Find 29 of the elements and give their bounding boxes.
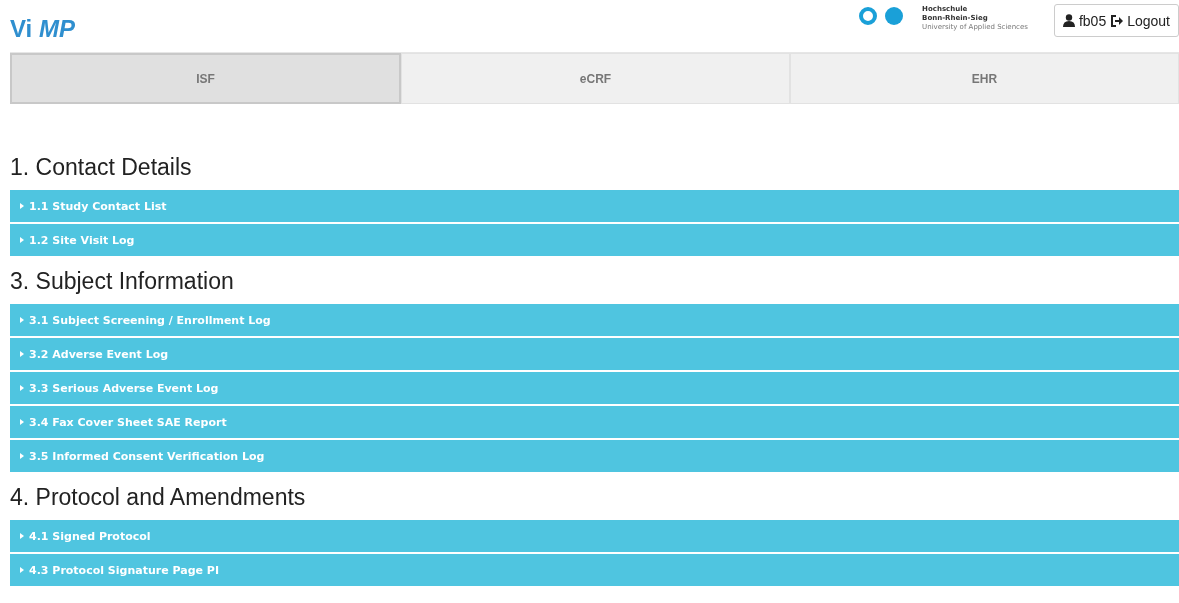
accordion-item[interactable]: 1.2 Site Visit Log — [10, 224, 1179, 256]
accordion-item[interactable]: 3.1 Subject Screening / Enrollment Log — [10, 304, 1179, 336]
accordion-item[interactable]: 3.5 Informed Consent Verification Log — [10, 440, 1179, 472]
logout-button[interactable]: fb05 Logout — [1053, 4, 1179, 37]
tab[interactable]: EHR — [790, 53, 1179, 104]
section-heading: 1. Contact Details — [10, 154, 193, 181]
section-heading: 4. Protocol and Amendments — [10, 484, 307, 511]
caret-icon — [20, 351, 24, 357]
section-heading: 3. Subject Information — [10, 268, 235, 295]
caret-icon — [20, 385, 24, 391]
accordion-item[interactable]: 3.4 Fax Cover Sheet SAE Report — [10, 406, 1179, 438]
caret-icon — [20, 533, 24, 539]
caret-icon — [20, 453, 24, 459]
tab[interactable]: ISF — [10, 53, 401, 104]
logout-icon — [1110, 14, 1124, 27]
app-logo: Vi MP — [10, 15, 75, 43]
caret-icon — [20, 317, 24, 323]
tab[interactable]: eCRF — [401, 53, 790, 104]
accordion-item[interactable]: 3.2 Adverse Event Log — [10, 338, 1179, 370]
accordion-item[interactable]: 4.3 Protocol Signature Page PI — [10, 554, 1179, 586]
caret-icon — [20, 419, 24, 425]
two-circles-icon — [858, 6, 905, 26]
accordion-item[interactable]: 1.1 Study Contact List — [10, 190, 1179, 222]
caret-icon — [20, 237, 24, 243]
accordion-item[interactable]: 4.1 Signed Protocol — [10, 520, 1179, 552]
accordion-item[interactable]: 3.3 Serious Adverse Event Log — [10, 372, 1179, 404]
caret-icon — [20, 567, 24, 573]
user-icon — [1062, 14, 1075, 27]
caret-icon — [20, 203, 24, 209]
